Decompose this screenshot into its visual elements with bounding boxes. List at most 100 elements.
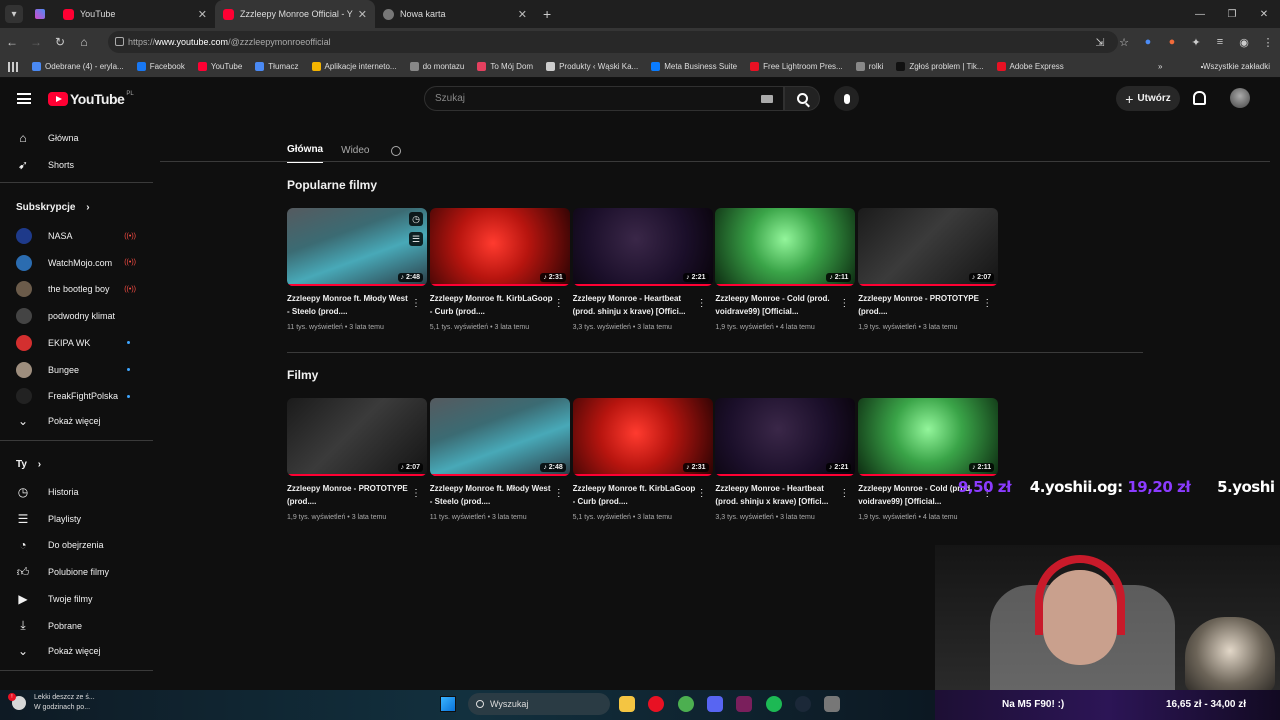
new-tab-icon[interactable]: + (543, 6, 551, 22)
sidebar-item-watch-later[interactable]: ◔ Do obejrzenia (16, 538, 142, 552)
browser-tab-channel[interactable]: Zzzleepy Monroe Official - Y ✕ (215, 0, 375, 28)
chrome-icon[interactable] (677, 696, 694, 712)
bookmark-item[interactable]: Meta Business Suite (651, 62, 737, 71)
section-title[interactable]: Filmy (287, 368, 318, 382)
sidebar-item-playlists[interactable]: ☰ Playlisty (16, 512, 142, 526)
more-options-icon[interactable]: ⋮ (411, 488, 421, 499)
video-thumbnail[interactable]: ♪ 2:21 (572, 208, 713, 286)
bookmark-item[interactable]: Free Lightroom Pres... (750, 62, 843, 71)
video-title[interactable]: Zzzleepy Monroe ft. Młody West - Steelo … (287, 293, 412, 318)
video-thumbnail[interactable]: ♪ 2:31 (572, 398, 713, 476)
bookmark-item[interactable]: Adobe Express (996, 62, 1064, 71)
section-title[interactable]: Popularne filmy (287, 178, 377, 192)
close-tab-icon[interactable]: ✕ (198, 8, 207, 21)
sidebar-item-channel[interactable]: the bootleg boy ((•)) (16, 281, 142, 298)
next-app-icon[interactable] (736, 696, 753, 712)
video-card[interactable]: ♪ 2:31 Zzzleepy Monroe ft. KirbLaGoop - C… (572, 398, 713, 521)
profile-icon[interactable]: ◉ (1232, 36, 1256, 49)
sidebar-item-channel[interactable]: FreakFightPolska (16, 388, 142, 405)
video-thumbnail[interactable]: ♪ 2:11 (858, 398, 999, 476)
video-title[interactable]: Zzzleepy Monroe - Heartbeat (prod. shinj… (573, 293, 698, 318)
bookmark-star-icon[interactable]: ☆ (1112, 36, 1136, 49)
more-options-icon[interactable]: ⋮ (839, 298, 849, 309)
show-more-library[interactable]: ⌄ Pokaż więcej (16, 644, 142, 658)
tab-list-icon[interactable]: ≡ (1208, 36, 1232, 48)
browser-tab-new[interactable]: Nowa karta ✕ (375, 0, 535, 28)
apps-grid-icon[interactable] (8, 61, 18, 72)
more-options-icon[interactable]: ⋮ (697, 298, 707, 309)
more-options-icon[interactable]: ⋮ (839, 488, 849, 499)
video-title[interactable]: Zzzleepy Monroe ft. Młody West - Steelo … (430, 483, 555, 508)
watch-later-icon[interactable]: ◷ (409, 212, 423, 226)
video-card[interactable]: ♪ 2:48 Zzzleepy Monroe ft. Młody West - S… (429, 398, 570, 521)
keyboard-icon[interactable] (761, 95, 773, 103)
video-title[interactable]: Zzzleepy Monroe ft. KirbLaGoop - Curb (p… (430, 293, 555, 318)
video-title[interactable]: Zzzleepy Monroe - PROTOTYPE (prod.... (287, 483, 412, 508)
video-title[interactable]: Zzzleepy Monroe - PROTOTYPE (prod.... (858, 293, 983, 318)
more-options-icon[interactable]: ⋮ (982, 298, 992, 309)
url-field[interactable]: https://www.youtube.com/@zzzleepymonroeo… (108, 31, 1118, 53)
video-card[interactable]: ♪ 2:48 ◷ ☰ Zzzleepy Monroe ft. Młody West -… (287, 208, 427, 331)
video-card[interactable]: ♪ 2:21 Zzzleepy Monroe - Heartbeat (prod.… (572, 208, 713, 331)
sidebar-item-channel[interactable]: podwodny klimat (16, 308, 142, 325)
video-card[interactable]: ♪ 2:11 Zzzleepy Monroe - Cold (prod. void… (715, 208, 856, 331)
voice-search-button[interactable] (834, 86, 859, 111)
video-thumbnail[interactable]: ♪ 2:07 (858, 208, 999, 286)
bookmark-item[interactable]: Odebrane (4) - eryla... (32, 62, 124, 71)
sidebar-item-channel[interactable]: WatchMojo.com ((•)) (16, 254, 142, 271)
notifications-icon[interactable] (1193, 91, 1206, 105)
close-tab-icon[interactable]: ✕ (518, 8, 527, 21)
more-options-icon[interactable]: ⋮ (554, 488, 564, 499)
bookmark-item[interactable]: Produkty ‹ Wąski Ka... (546, 62, 638, 71)
site-info-icon[interactable] (115, 37, 124, 46)
video-thumbnail[interactable]: ♪ 2:48 (429, 398, 570, 476)
extensions-puzzle-icon[interactable]: ✦ (1184, 36, 1208, 49)
sidebar-item-download[interactable]: ⤓ Pobrane (16, 618, 142, 633)
extension-blue-icon[interactable]: ● (1136, 36, 1160, 48)
windows-start-icon[interactable] (440, 696, 456, 712)
video-thumbnail[interactable]: ♪ 2:07 (287, 398, 427, 476)
bookmark-item[interactable]: Tłumacz (255, 62, 299, 71)
subscriptions-header[interactable]: Subskrypcje › (16, 202, 90, 213)
restore-icon[interactable]: ❐ (1216, 9, 1248, 20)
weather-widget[interactable]: ! Lekki deszcz ze ś... W godzinach po... (8, 693, 95, 713)
extension-tab-icon[interactable] (35, 9, 45, 19)
show-more-subscriptions[interactable]: ⌄ Pokaż więcej (16, 414, 142, 428)
youtube-logo[interactable]: YouTube PL (48, 91, 134, 107)
video-title[interactable]: Zzzleepy Monroe ft. KirbLaGoop - Curb (p… (573, 483, 698, 508)
video-title[interactable]: Zzzleepy Monroe - Heartbeat (prod. shinj… (715, 483, 840, 508)
tab-videos[interactable]: Wideo (341, 145, 369, 156)
more-options-icon[interactable]: ⋮ (554, 298, 564, 309)
video-thumbnail[interactable]: ♪ 2:11 (715, 208, 856, 286)
search-button[interactable] (784, 86, 820, 111)
forward-icon[interactable]: → (24, 35, 48, 49)
video-thumbnail[interactable]: ♪ 2:48 ◷ ☰ (287, 208, 427, 286)
video-thumbnail[interactable]: ♪ 2:31 (429, 208, 570, 286)
back-icon[interactable]: ← (0, 35, 24, 49)
sidebar-item-channel[interactable]: NASA ((•)) (16, 228, 142, 244)
bookmark-item[interactable]: Zgłoś problem | Tik... (896, 62, 984, 71)
channel-search-icon[interactable] (391, 145, 402, 156)
more-options-icon[interactable]: ⋮ (697, 488, 707, 499)
video-card[interactable]: ♪ 2:07 Zzzleepy Monroe - PROTOTYPE (prod.… (287, 398, 427, 521)
close-tab-icon[interactable]: ✕ (358, 8, 367, 21)
video-thumbnail[interactable]: ♪ 2:21 (715, 398, 856, 476)
settings-icon[interactable] (824, 696, 841, 712)
all-bookmarks[interactable]: Wszystkie zakładki (1200, 62, 1270, 71)
sidebar-item-like[interactable]: 👍︎ Polubione filmy (16, 565, 142, 579)
tab-search-dropdown[interactable]: ▾ (5, 5, 23, 23)
create-button[interactable]: + Utwórz (1116, 86, 1180, 111)
video-card[interactable]: ♪ 2:21 Zzzleepy Monroe - Heartbeat (prod.… (715, 398, 856, 521)
file-explorer-icon[interactable] (619, 696, 635, 712)
steam-icon[interactable] (794, 696, 811, 712)
bookmark-item[interactable]: do montazu (409, 62, 464, 71)
video-title[interactable]: Zzzleepy Monroe - Cold (prod. voidrave99… (715, 293, 840, 318)
avatar[interactable] (1230, 88, 1250, 108)
bookmark-item[interactable]: rolki (855, 62, 883, 71)
discord-icon[interactable] (706, 696, 723, 712)
bookmark-item[interactable]: To Mój Dom (477, 62, 533, 71)
extension-orange-icon[interactable]: ● (1160, 36, 1184, 48)
close-window-icon[interactable]: ✕ (1248, 9, 1280, 20)
minimize-icon[interactable]: — (1184, 9, 1216, 20)
sidebar-item-channel[interactable]: EKIPA WK (16, 334, 142, 351)
